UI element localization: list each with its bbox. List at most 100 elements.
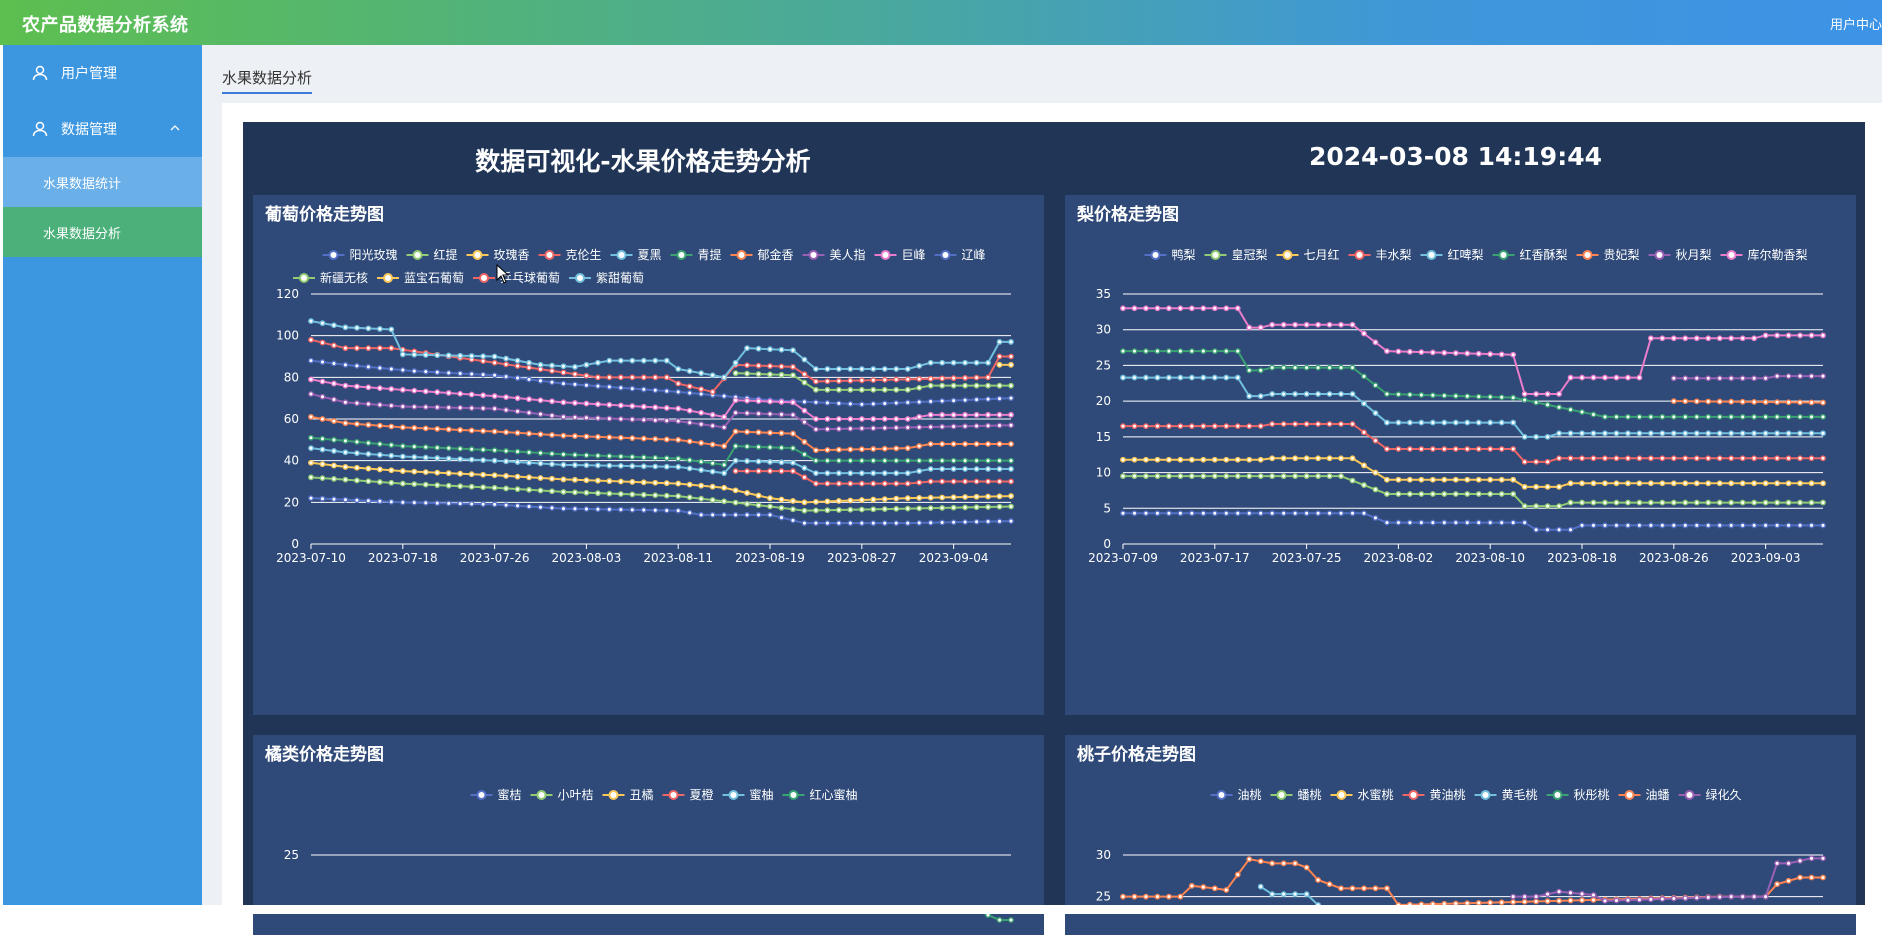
data-point: [526, 459, 532, 466]
data-point: [1464, 491, 1471, 497]
sidebar-item-user-management[interactable]: 用户管理: [3, 45, 202, 101]
data-point: [640, 479, 647, 486]
data-point: [1705, 522, 1712, 529]
data-point: [1234, 348, 1241, 355]
data-point: [1785, 860, 1792, 867]
data-point: [927, 478, 934, 485]
data-point: [411, 468, 418, 475]
data-point: [503, 429, 509, 436]
x-tick-label: 2023-08-19: [735, 551, 805, 565]
data-point: [526, 503, 532, 510]
data-point: [1257, 858, 1264, 865]
data-point: [445, 445, 452, 452]
data-point: [514, 429, 521, 436]
data-point: [1510, 394, 1517, 401]
data-point: [985, 422, 991, 429]
data-point: [755, 429, 762, 436]
data-point: [1797, 332, 1803, 339]
data-point: [1510, 419, 1517, 426]
data-point: [365, 440, 372, 446]
legend-label: 红啤梨: [1448, 247, 1484, 262]
series-line: [308, 357, 1014, 408]
data-point: [560, 399, 567, 406]
data-point: [927, 359, 934, 366]
data-point: [1521, 397, 1528, 403]
data-point: [583, 382, 590, 389]
data-point: [962, 382, 968, 389]
data-point: [354, 400, 360, 407]
data-point: [1154, 423, 1161, 430]
data-point: [1223, 887, 1230, 893]
data-point: [503, 502, 509, 509]
data-point: [1785, 877, 1792, 884]
data-point: [939, 411, 946, 418]
sidebar-item-data-management[interactable]: 数据管理: [3, 101, 202, 157]
data-point: [893, 505, 900, 512]
data-point: [675, 418, 682, 424]
data-point: [1670, 398, 1677, 405]
data-point: [686, 419, 693, 426]
data-point: [721, 393, 728, 399]
data-point: [1751, 375, 1758, 382]
data-point: [308, 357, 314, 364]
legend-label: 红心蜜柚: [810, 787, 858, 802]
data-point: [491, 372, 498, 379]
data-point: [376, 345, 383, 352]
user-center-link[interactable]: 用户中心: [1830, 14, 1882, 33]
data-point: [870, 416, 877, 422]
data-point: [835, 520, 842, 527]
data-point: [1280, 860, 1287, 867]
data-point: [732, 457, 739, 464]
legend-marker: [1408, 790, 1419, 800]
legend-item: 蓝宝石葡萄: [377, 271, 464, 285]
data-point: [813, 426, 819, 433]
data-point: [744, 500, 750, 507]
data-point: [1487, 476, 1494, 483]
data-point: [1395, 446, 1402, 452]
legend-label: 蜜桔: [498, 787, 522, 802]
data-point: [813, 447, 819, 454]
data-point: [881, 376, 888, 383]
sidebar-subitem-fruit-statistics[interactable]: 水果数据统计: [3, 157, 202, 207]
data-point: [1498, 394, 1505, 401]
sidebar-subitem-fruit-analysis[interactable]: 水果数据分析: [3, 207, 202, 257]
series-line: [308, 336, 1014, 395]
data-point: [1464, 419, 1471, 426]
data-point: [1705, 335, 1712, 342]
data-point: [1739, 335, 1746, 342]
data-point: [1441, 519, 1448, 526]
data-point: [801, 451, 808, 458]
data-point: [1728, 398, 1735, 405]
data-point: [411, 481, 418, 488]
series-line: [1120, 374, 1826, 440]
legend-item: 新疆无核: [293, 270, 368, 285]
data-point: [399, 367, 406, 373]
data-point: [824, 447, 831, 453]
data-point: [686, 494, 693, 501]
data-point: [962, 519, 968, 525]
data-point: [1544, 401, 1551, 408]
data-point: [663, 455, 670, 462]
data-point: [847, 416, 854, 422]
data-point: [445, 455, 452, 462]
data-point: [881, 386, 888, 393]
series-line: [1670, 373, 1826, 382]
data-point: [457, 445, 464, 452]
data-point: [1280, 455, 1287, 462]
data-point: [1808, 430, 1815, 437]
data-point: [1498, 899, 1505, 906]
data-point: [870, 446, 877, 452]
data-point: [1487, 419, 1494, 426]
y-tick-label: 120: [276, 287, 299, 301]
data-point: [1154, 305, 1161, 312]
tab-fruit-analysis[interactable]: 水果数据分析: [222, 67, 313, 94]
data-point: [985, 466, 991, 472]
data-point: [342, 420, 349, 427]
data-point: [468, 353, 475, 359]
legend-item: 黄油桃: [1402, 787, 1466, 802]
data-point: [790, 517, 796, 524]
data-point: [1384, 419, 1390, 426]
data-point: [1785, 332, 1792, 339]
data-point: [1774, 399, 1780, 406]
y-tick-label: 0: [1103, 537, 1111, 551]
